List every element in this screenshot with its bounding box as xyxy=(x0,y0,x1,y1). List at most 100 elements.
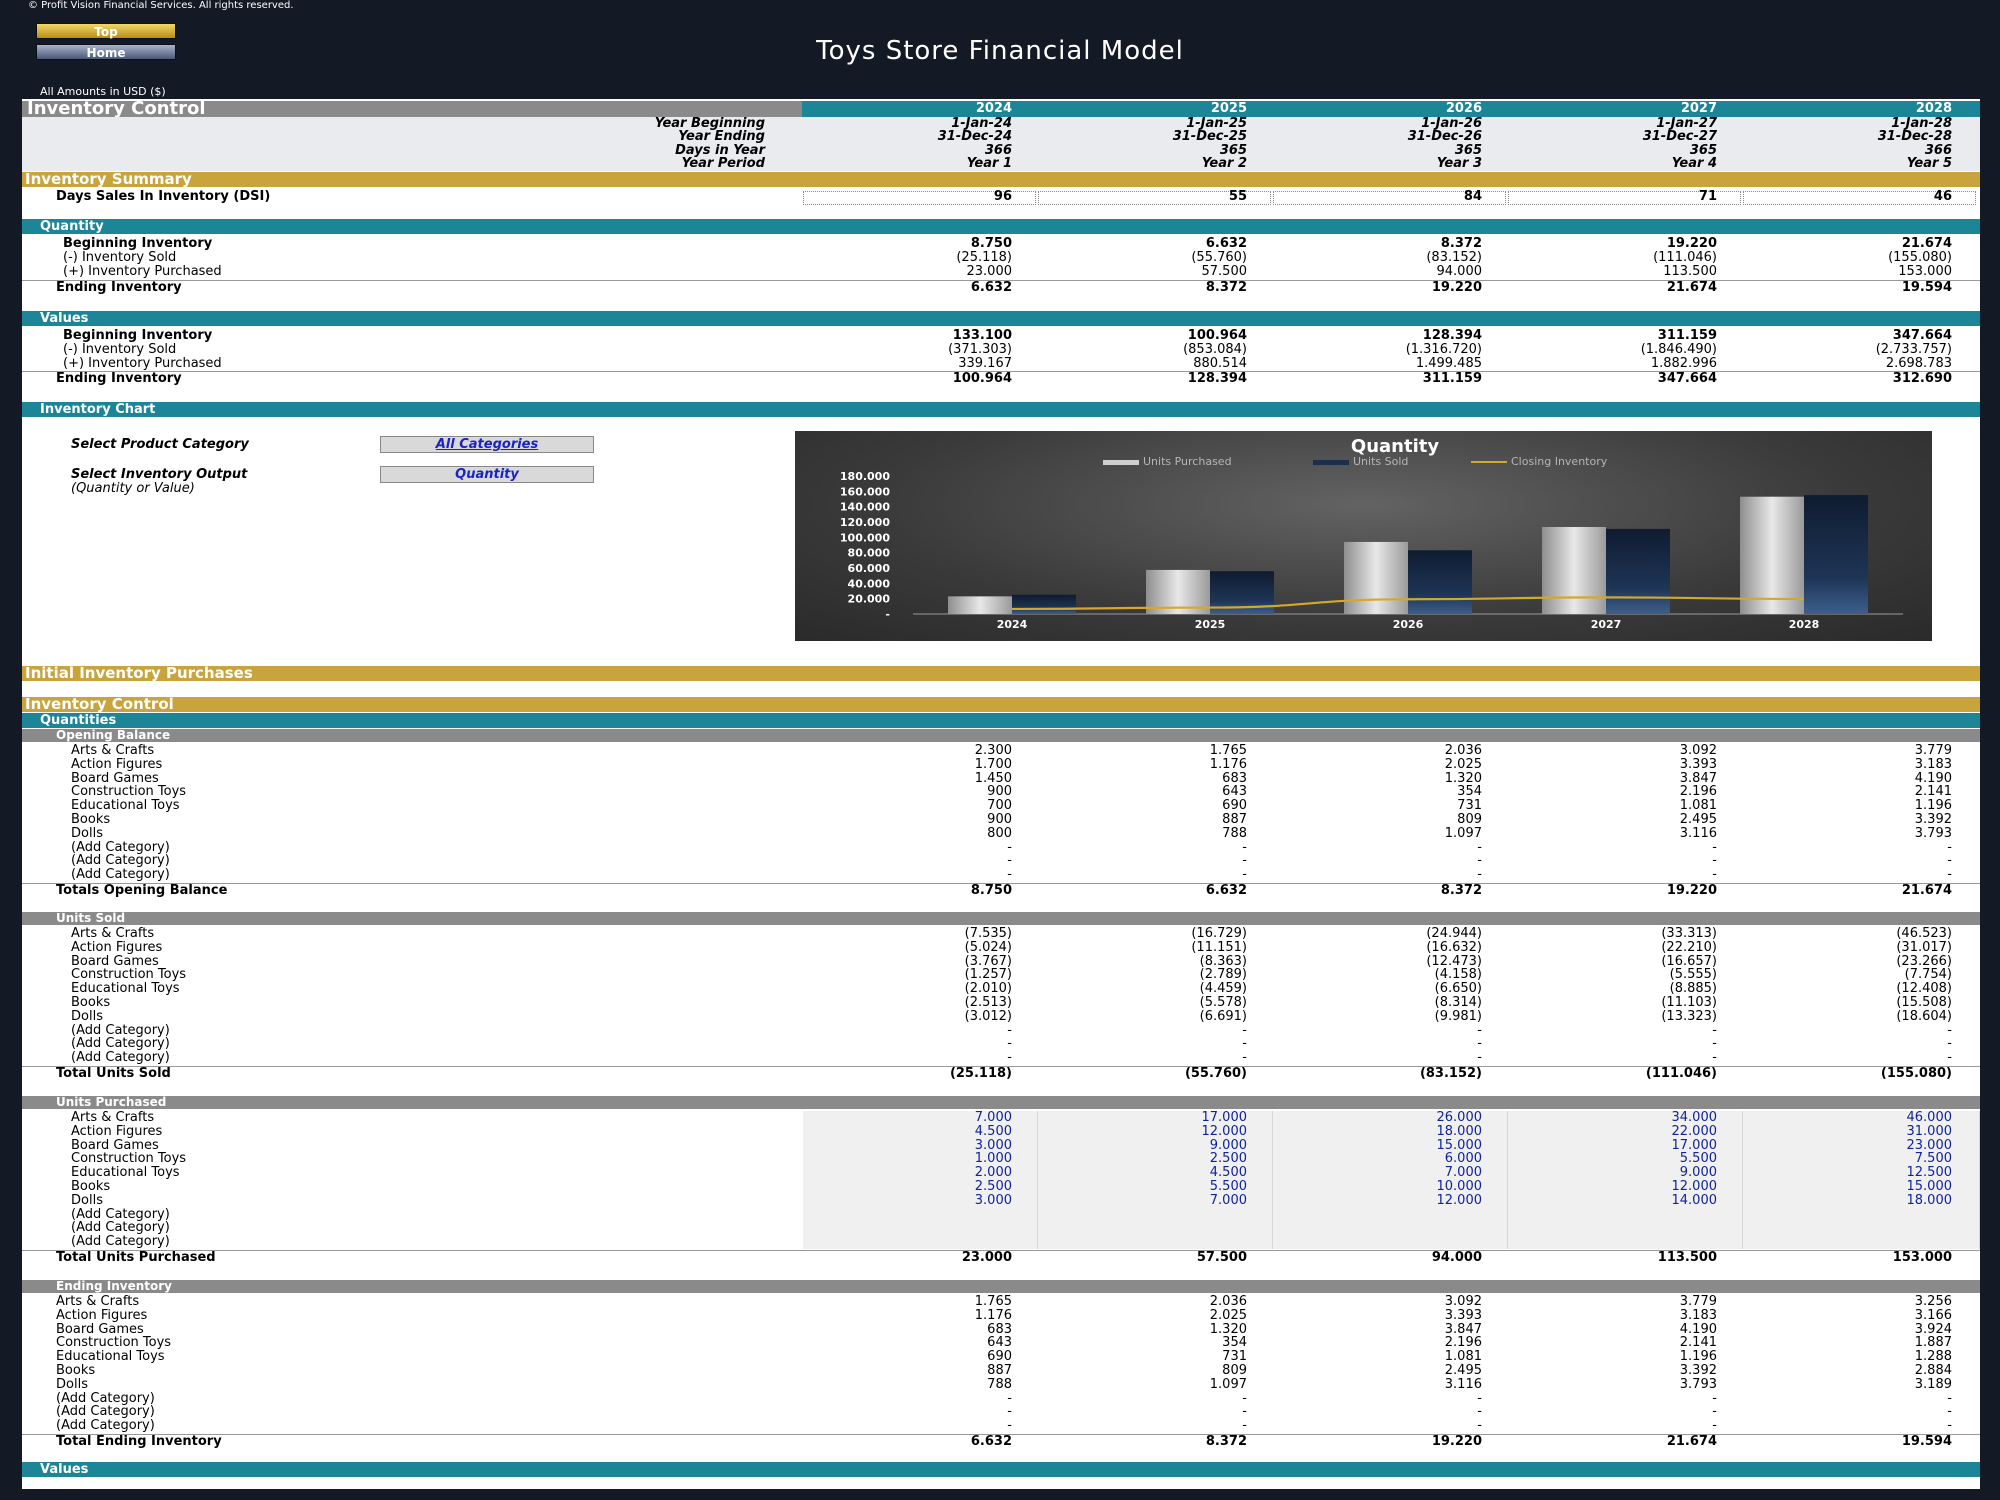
input-value-2024[interactable]: 4.500 xyxy=(812,1125,1012,1139)
values-value-2025: 880.514 xyxy=(1193,356,1247,371)
subsection-title: Opening Balance xyxy=(56,728,171,742)
cell-value-2024: - xyxy=(1007,840,1012,855)
cell-value-2025: (11.151) xyxy=(1191,940,1247,955)
total-value-2027: (111.046) xyxy=(1645,1066,1717,1081)
cell-value-2028: - xyxy=(1947,1418,1952,1433)
input-value-2027[interactable]: 34.000 xyxy=(1517,1111,1718,1125)
subsection-title: Ending Inventory xyxy=(56,1279,172,1293)
period-value-2024: Year 1 xyxy=(966,156,1012,171)
total-value-2027: 19.220 xyxy=(1666,883,1717,898)
category-label: Arts & Crafts xyxy=(71,743,155,758)
input-value-2026[interactable]: 6.000 xyxy=(1282,1152,1482,1166)
input-value-2027[interactable]: 12.000 xyxy=(1517,1180,1718,1194)
values-value-2026: (1.316.720) xyxy=(1405,342,1482,357)
input-value-2025[interactable]: 2.500 xyxy=(1047,1152,1247,1166)
ending-row: (Add Category) - - - - - xyxy=(22,1392,1980,1406)
bar-units-sold-2024 xyxy=(1012,594,1076,614)
ending-row: (Add Category) - - - - - xyxy=(22,1405,1980,1419)
category-label: Arts & Crafts xyxy=(71,926,155,941)
total-row: Total Units Sold (25.118) (55.760) (83.152)… xyxy=(22,1066,1980,1081)
input-value-2025[interactable]: 7.000 xyxy=(1047,1194,1247,1208)
cell-value-2025: 690 xyxy=(1222,798,1247,813)
category-label: Dolls xyxy=(56,1377,88,1392)
total-value-2024: 8.750 xyxy=(970,883,1012,898)
cell-value-2027: - xyxy=(1712,867,1717,882)
quantity-value-2027: 113.500 xyxy=(1663,264,1717,279)
cell-value-2024: 2.300 xyxy=(974,743,1012,758)
inventory-chart[interactable]: Quantity Units Purchased Units Sold Closing… xyxy=(795,431,1932,641)
input-value-2027[interactable]: 14.000 xyxy=(1517,1194,1718,1208)
quantity-value-2025: 57.500 xyxy=(1201,264,1248,279)
values-value-2027: 347.664 xyxy=(1657,371,1717,386)
dsi-row: Days Sales In Inventory (DSI) 96 55 84 71 46 xyxy=(22,190,1980,205)
purchased-row: (Add Category) xyxy=(22,1208,1980,1222)
cell-value-2027: 3.793 xyxy=(1679,1377,1717,1392)
cell-value-2025: - xyxy=(1242,867,1247,882)
bar-units-purchased-2026 xyxy=(1344,541,1408,614)
cell-value-2028: (7.754) xyxy=(1904,967,1952,982)
legend-label-2: Closing Inventory xyxy=(1511,455,1608,468)
category-label: Educational Toys xyxy=(71,1165,180,1180)
input-value-2026[interactable]: 7.000 xyxy=(1282,1166,1482,1180)
input-value-2028[interactable]: 7.500 xyxy=(1752,1152,1952,1166)
input-value-2026[interactable]: 10.000 xyxy=(1282,1180,1483,1194)
cell-value-2027: 3.116 xyxy=(1679,826,1717,841)
spreadsheet[interactable]: Inventory Control 2024 2025 2026 2027 2028 Yea… xyxy=(22,99,1980,1489)
period-value-2026: 31-Dec-26 xyxy=(1407,129,1482,144)
input-value-2027[interactable]: 9.000 xyxy=(1517,1166,1717,1180)
input-value-2024[interactable]: 2.500 xyxy=(812,1180,1012,1194)
input-value-2026[interactable]: 26.000 xyxy=(1282,1111,1483,1125)
period-row: Year Ending 31-Dec-24 31-Dec-25 31-Dec-26 31… xyxy=(22,130,1980,144)
input-value-2028[interactable]: 15.000 xyxy=(1752,1180,1953,1194)
ending-row: Arts & Crafts 1.765 2.036 3.092 3.779 3.256 xyxy=(22,1295,1980,1309)
cell-value-2027: (33.313) xyxy=(1661,926,1717,941)
cell-value-2026: 1.081 xyxy=(1444,1349,1482,1364)
purchased-row: Construction Toys 1.000 2.500 6.000 5.500 7.5… xyxy=(22,1152,1980,1166)
input-value-2027[interactable]: 5.500 xyxy=(1517,1152,1717,1166)
cell-value-2024: 1.700 xyxy=(974,757,1012,772)
input-value-2025[interactable]: 17.000 xyxy=(1047,1111,1248,1125)
cell-value-2024: (2.513) xyxy=(964,995,1012,1010)
quantity-value-2025: (55.760) xyxy=(1191,250,1247,265)
cell-value-2026: (24.944) xyxy=(1426,926,1482,941)
cell-value-2027: - xyxy=(1712,1391,1717,1406)
values-value-2028: 2.698.783 xyxy=(1885,356,1952,371)
category-label: Construction Toys xyxy=(71,1151,187,1166)
input-value-2028[interactable]: 18.000 xyxy=(1752,1194,1953,1208)
input-value-2026[interactable]: 18.000 xyxy=(1282,1125,1483,1139)
output-dropdown[interactable]: Quantity xyxy=(380,466,594,483)
input-value-2027[interactable]: 22.000 xyxy=(1517,1125,1718,1139)
input-value-2024[interactable]: 3.000 xyxy=(812,1194,1012,1208)
input-value-2024[interactable]: 2.000 xyxy=(812,1166,1012,1180)
cell-value-2026: 2.196 xyxy=(1444,1335,1482,1350)
cell-value-2024: 700 xyxy=(987,798,1012,813)
cell-value-2025: - xyxy=(1242,1418,1247,1433)
cell-value-2025: - xyxy=(1242,853,1247,868)
section-title: Inventory Control xyxy=(27,99,206,119)
total-value-2025: 6.632 xyxy=(1205,883,1247,898)
opening-balance-header: Opening Balance xyxy=(22,729,1980,742)
input-value-2024[interactable]: 1.000 xyxy=(812,1152,1012,1166)
input-value-2026[interactable]: 12.000 xyxy=(1282,1194,1483,1208)
category-dropdown[interactable]: All Categories xyxy=(380,436,594,453)
quantity-value-2024: 23.000 xyxy=(966,264,1013,279)
input-value-2025[interactable]: 4.500 xyxy=(1047,1166,1247,1180)
quantity-value-2028: 19.594 xyxy=(1901,280,1952,295)
input-value-2028[interactable]: 12.500 xyxy=(1752,1166,1953,1180)
input-value-2028[interactable]: 31.000 xyxy=(1752,1125,1953,1139)
section-title: Inventory Control xyxy=(25,695,174,713)
values-value-2027: 311.159 xyxy=(1657,328,1717,343)
input-value-2025[interactable]: 12.000 xyxy=(1047,1125,1248,1139)
cell-value-2026: (8.314) xyxy=(1434,995,1482,1010)
category-label: (Add Category) xyxy=(71,853,170,868)
input-value-2025[interactable]: 5.500 xyxy=(1047,1180,1247,1194)
values-value-2027: 1.882.996 xyxy=(1650,356,1717,371)
category-label: Educational Toys xyxy=(56,1349,165,1364)
input-value-2024[interactable]: 7.000 xyxy=(812,1111,1012,1125)
period-value-2025: 31-Dec-25 xyxy=(1172,129,1247,144)
opening-row: (Add Category) - - - - - xyxy=(22,841,1980,855)
total-value-2027: 113.500 xyxy=(1657,1250,1717,1265)
opening-row: Dolls 800 788 1.097 3.116 3.793 xyxy=(22,827,1980,841)
cell-value-2028: 3.793 xyxy=(1914,826,1952,841)
input-value-2028[interactable]: 46.000 xyxy=(1752,1111,1953,1125)
